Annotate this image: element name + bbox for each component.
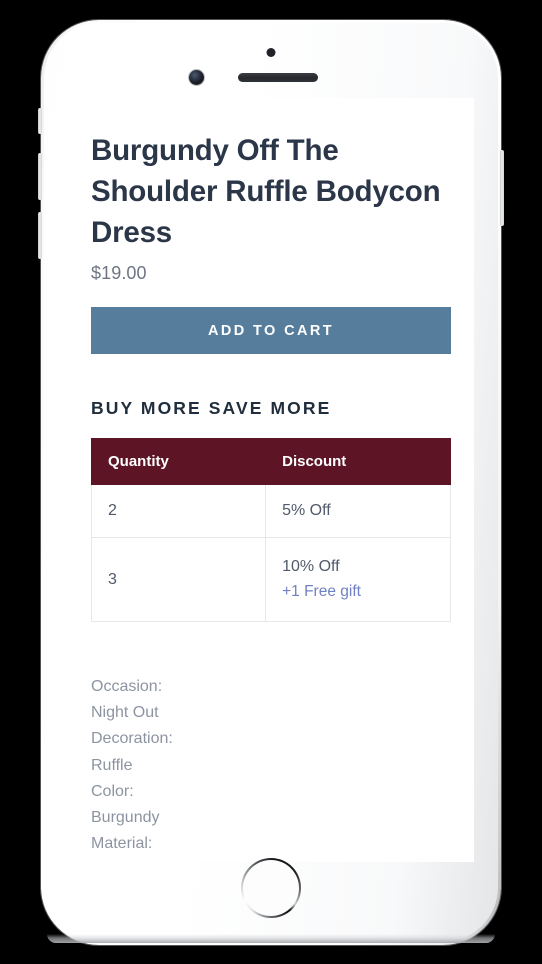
phone-device-frame: Burgundy Off The Shoulder Ruffle Bodycon… xyxy=(38,20,504,945)
earpiece-speaker-icon xyxy=(238,73,318,82)
phone-screen: Burgundy Off The Shoulder Ruffle Bodycon… xyxy=(68,98,474,862)
home-button-face xyxy=(243,860,299,916)
table-cell-discount: 5% Off xyxy=(265,484,451,538)
product-price: $19.00 xyxy=(91,263,147,283)
silent-switch[interactable] xyxy=(38,108,42,134)
volume-up-button[interactable] xyxy=(38,153,42,200)
discount-table-body: 2 5% Off 3 10% Off +1 Free gift xyxy=(90,484,451,622)
volume-down-button[interactable] xyxy=(38,212,42,259)
product-title: Burgundy Off The Shoulder Ruffle Bodycon… xyxy=(91,134,441,249)
discount-value: 5% Off xyxy=(282,502,331,519)
spec-line: Decoration: xyxy=(91,730,173,748)
table-cell-quantity: 3 xyxy=(90,537,267,622)
table-header-row: Quantity Discount xyxy=(90,438,451,485)
discount-value: 10% Off xyxy=(282,558,340,575)
discount-table: Quantity Discount 2 5% Off 3 10% Off +1 … xyxy=(90,438,451,622)
discount-table-head: Quantity Discount xyxy=(90,438,451,485)
table-header-discount: Discount xyxy=(265,438,451,485)
table-row: 2 5% Off xyxy=(90,484,451,538)
add-to-cart-button[interactable]: ADD TO CART xyxy=(91,307,451,354)
spec-line: Material: xyxy=(91,835,153,853)
free-gift-link[interactable]: +1 Free gift xyxy=(282,583,434,601)
spec-line: Burgundy xyxy=(91,809,160,827)
product-specs: Occasion: Night Out Decoration: Ruffle C… xyxy=(91,674,451,857)
proximity-sensor-icon xyxy=(266,48,276,57)
table-row: 3 10% Off +1 Free gift xyxy=(90,537,451,622)
table-cell-quantity: 2 xyxy=(90,484,267,538)
spec-line: Color: xyxy=(91,782,134,800)
product-page: Burgundy Off The Shoulder Ruffle Bodycon… xyxy=(68,98,474,857)
buy-more-save-more-heading: BUY MORE SAVE MORE xyxy=(91,398,332,418)
front-camera-icon xyxy=(189,70,204,85)
power-button[interactable] xyxy=(500,150,504,226)
spec-line: Occasion: xyxy=(91,678,163,695)
spec-line: Ruffle xyxy=(91,756,133,774)
spec-line: Night Out xyxy=(91,704,159,722)
table-cell-discount: 10% Off +1 Free gift xyxy=(265,537,451,622)
home-button[interactable] xyxy=(241,858,301,918)
table-header-quantity: Quantity xyxy=(90,438,267,485)
device-bottom-rim xyxy=(47,934,495,943)
